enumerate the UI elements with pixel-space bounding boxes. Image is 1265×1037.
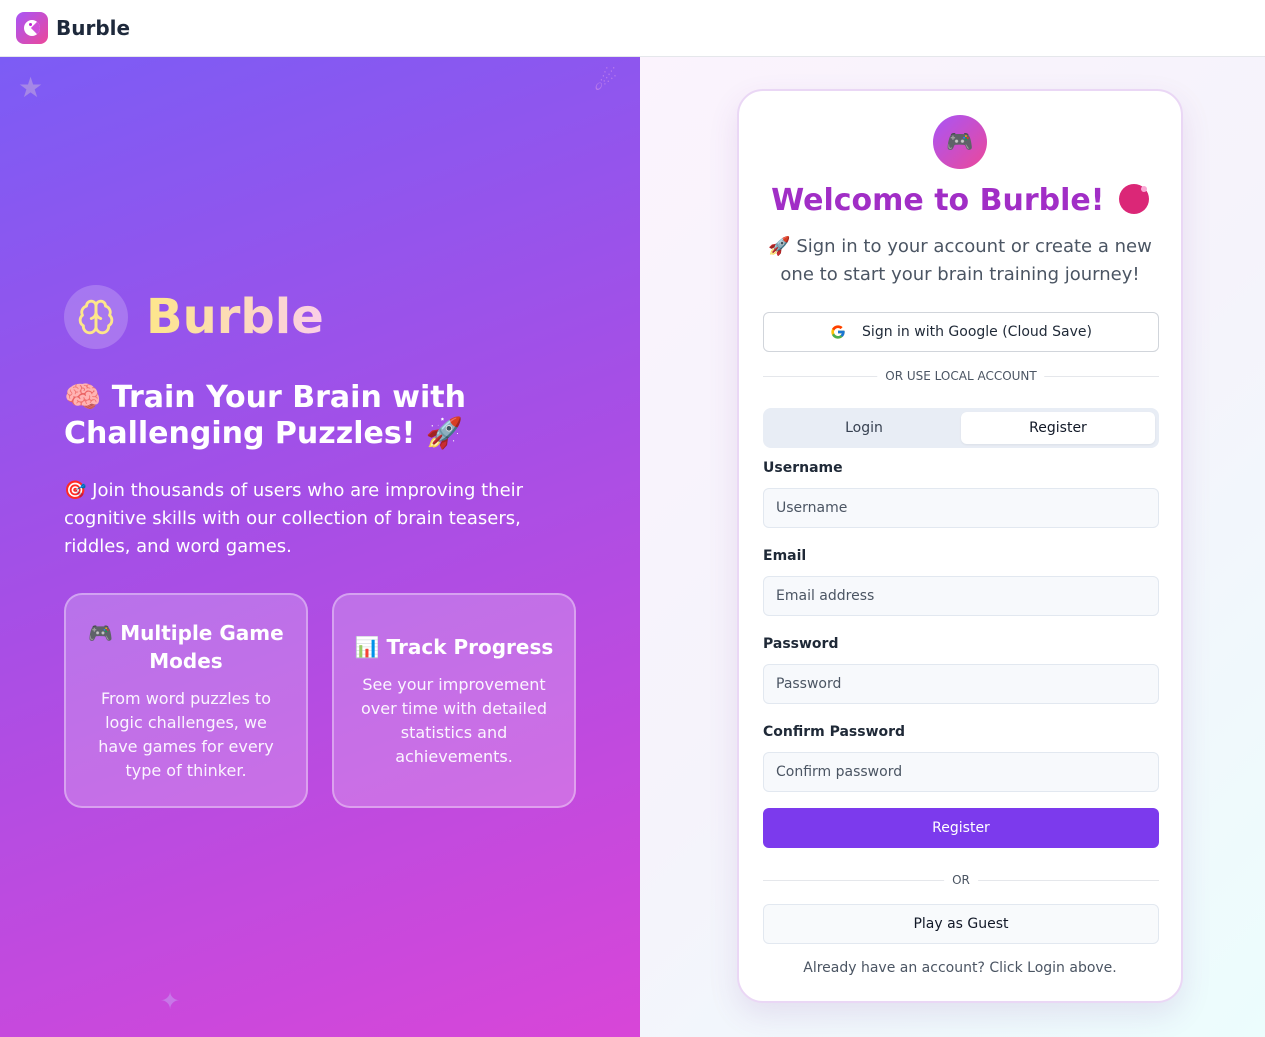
feature-text: See your improvement over time with deta… (361, 674, 547, 766)
feature-title: 🎮 Multiple Game Modes (88, 620, 284, 673)
pacman-icon[interactable] (16, 12, 48, 44)
divider-local-account: OR USE LOCAL ACCOUNT (763, 367, 1159, 385)
brand-name[interactable]: Burble (56, 16, 130, 40)
welcome-text: Welcome to Burble! (771, 183, 1105, 218)
comet-icon: ☄ (594, 67, 618, 97)
google-signin-button[interactable]: Sign in with Google (Cloud Save) (763, 312, 1159, 352)
tab-login[interactable]: Login (767, 412, 961, 444)
register-button[interactable]: Register (763, 808, 1159, 848)
divider-label: OR USE LOCAL ACCOUNT (877, 367, 1045, 385)
google-signin-label: Sign in with Google (Cloud Save) (862, 324, 1092, 340)
hero-description: 🎯 Join thousands of users who are improv… (64, 480, 524, 557)
hero-title: 🧠 Train Your Brain with Challenging Puzz… (64, 380, 466, 451)
username-input[interactable] (763, 488, 1159, 528)
confirm-password-input[interactable] (763, 752, 1159, 792)
top-bar: Burble (0, 0, 1265, 57)
feature-card-game-modes: 🎮 Multiple Game Modes From word puzzles … (64, 593, 308, 808)
email-input[interactable] (763, 576, 1159, 616)
gamepad-icon: 🎮 (933, 115, 987, 169)
hero-brand: Burble (64, 285, 324, 349)
password-label: Password (763, 636, 839, 652)
password-input[interactable] (763, 664, 1159, 704)
email-label: Email (763, 548, 807, 564)
confirm-password-label: Confirm Password (763, 724, 906, 740)
sparkle-icon: ✦ (160, 987, 181, 1015)
auth-panel: 🎮 Welcome to Burble! 🚀 Sign in to your a… (640, 57, 1265, 1037)
feature-text: From word puzzles to logic challenges, w… (98, 688, 274, 780)
auth-tabs: Login Register (763, 408, 1159, 448)
hero-brand-name: Burble (146, 289, 324, 345)
brain-icon (64, 285, 128, 349)
hero-panel: ★ ☄ ✦ Burble 🧠 Train Your Brain with Cha… (0, 57, 640, 1037)
star-icon: ★ (18, 71, 44, 104)
auth-subtitle: 🚀 Sign in to your account or create a ne… (768, 236, 1152, 285)
feature-card-track-progress: 📊 Track Progress See your improvement ov… (332, 593, 576, 808)
login-hint: Already have an account? Click Login abo… (803, 960, 1117, 976)
google-icon (831, 325, 845, 339)
bomb-icon (1118, 184, 1149, 214)
divider-label: OR (944, 871, 978, 889)
username-label: Username (763, 460, 843, 476)
auth-card: 🎮 Welcome to Burble! 🚀 Sign in to your a… (737, 89, 1183, 1003)
divider-or: OR (763, 871, 1159, 889)
play-as-guest-button[interactable]: Play as Guest (763, 904, 1159, 944)
welcome-heading: Welcome to Burble! (739, 183, 1181, 218)
tab-register[interactable]: Register (961, 412, 1155, 444)
feature-title: 📊 Track Progress (354, 634, 554, 659)
